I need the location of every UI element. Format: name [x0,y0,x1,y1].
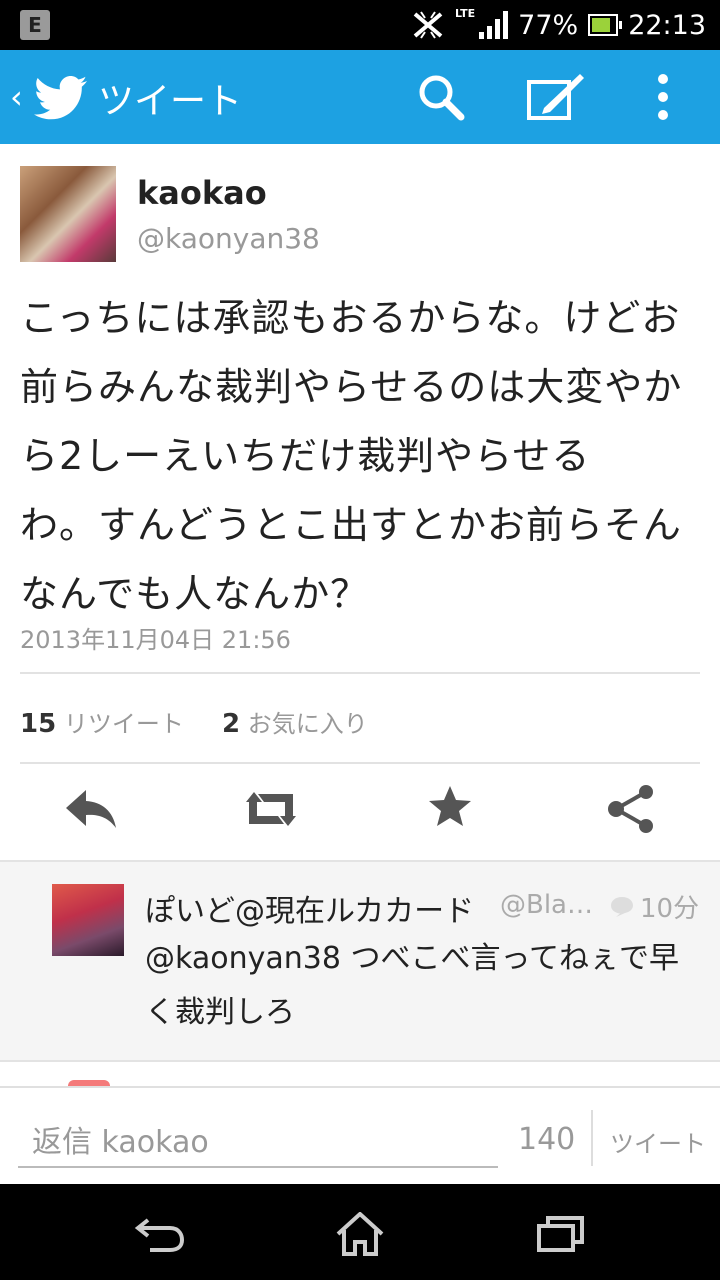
share-icon[interactable] [606,784,656,834]
tweet-line: 前らみんな裁判やらせるのは大変やか [20,365,683,409]
recent-apps-icon[interactable] [536,1212,586,1252]
notification-badge-icon: E [20,10,50,40]
tweet-line: ら2しーえいちだけ裁判やらせる [20,434,591,478]
compose-icon[interactable] [526,72,586,122]
battery-icon [588,14,623,36]
system-nav-bar [0,1184,720,1280]
search-icon[interactable] [416,72,466,122]
battery-percent: 77% [518,9,579,41]
character-counter: 140 [518,1122,576,1157]
reply-time-text: 10分 [640,894,700,924]
twitter-bird-icon[interactable] [34,76,88,120]
user-handle[interactable]: @kaonyan38 [137,222,320,255]
reply-icon[interactable] [64,784,118,834]
network-type: LTE [454,6,476,20]
status-bar: E LTE 77% 22:13 [0,0,720,50]
back-chevron-icon[interactable]: ‹ [10,78,23,116]
retweet-count[interactable]: 15 [20,709,56,739]
home-icon[interactable] [334,1212,386,1256]
clock: 22:13 [628,9,706,41]
retweet-icon[interactable] [240,784,302,834]
app-bar: ‹ ツイート [0,50,720,144]
tweet-timestamp: 2013年11月04日 21:56 [20,626,291,654]
divider [591,1110,593,1166]
tweet-line: こっちには承認もおるからな。けどお [20,296,681,340]
favorite-count[interactable]: 2 [222,709,240,739]
retweet-label[interactable]: リツイート [64,710,184,738]
avatar[interactable] [20,166,116,262]
reply-line: @kaonyan38 つべこべ言ってねぇで早 [145,941,679,976]
nfc-off-icon [413,11,443,39]
reply-item[interactable]: ぽいど@現在ルカカード @Blac... 10分 @kaonyan38 つべこべ… [0,860,720,1062]
reply-user-name[interactable]: ぽいど@現在ルカカード [145,886,474,930]
reply-user-handle[interactable]: @Blac... [500,890,600,920]
page-title: ツイート [98,81,243,122]
overflow-menu-icon[interactable] [656,72,670,122]
tweet-line: なんでも人なんか？ [20,572,370,616]
send-tweet-button[interactable]: ツイート [610,1124,706,1159]
reply-line: く裁判しろ [145,995,295,1030]
tweet-text: こっちには承認もおるからな。けどお 前らみんな裁判やらせるのは大変やか ら2しー… [20,284,710,629]
reply-input[interactable] [18,1118,498,1168]
divider [20,672,700,674]
favorite-label[interactable]: お気に入り [248,710,368,738]
favorite-star-icon[interactable] [428,784,472,828]
signal-icon [479,11,509,39]
reply-text: @kaonyan38 つべこべ言ってねぇで早 く裁判しろ [145,932,705,1040]
reply-bubble-icon [611,896,633,917]
user-name[interactable]: kaokao [137,174,267,212]
tweet-stats: 15 リツイート 2 お気に入り [20,704,368,739]
back-icon[interactable] [134,1212,188,1252]
tweet-line: わ。すんどうとこ出すとかお前らそん [20,503,682,547]
tweet-actions [0,774,720,854]
reply-time: 10分 [610,888,699,925]
reply-composer: 140 ツイート [0,1086,720,1186]
divider [20,762,700,764]
reply-avatar[interactable] [52,884,124,956]
